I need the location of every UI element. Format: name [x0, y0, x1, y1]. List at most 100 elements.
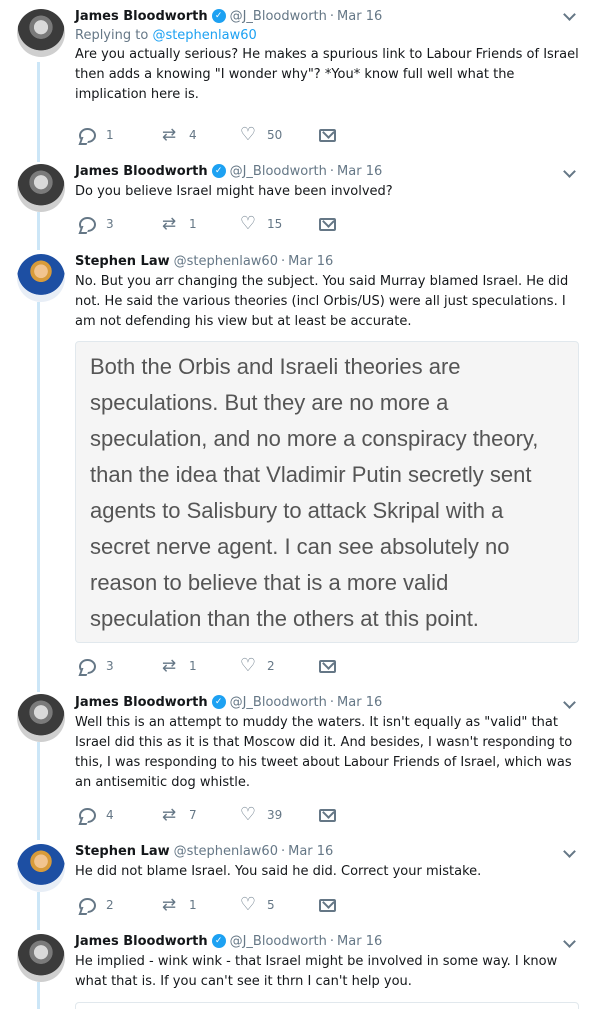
tweet-date[interactable]: Mar 16	[337, 695, 382, 710]
reply-count: 1	[106, 128, 114, 142]
reply-icon	[79, 127, 96, 143]
retweet-button[interactable]: ⇄ 1	[159, 895, 239, 915]
tweet-text: Are you actually serious? He makes a spu…	[75, 47, 579, 102]
tweet-text: No. But you arr changing the subject. Yo…	[75, 274, 569, 329]
verified-badge-icon: ✓	[211, 164, 226, 178]
like-count: 2	[267, 659, 275, 673]
media-card-partial[interactable]	[75, 1002, 579, 1009]
reply-icon	[79, 216, 96, 232]
reply-count: 4	[106, 808, 114, 822]
chevron-down-icon[interactable]	[563, 167, 575, 179]
direct-message-button[interactable]	[319, 898, 399, 912]
author-handle[interactable]: @J_Bloodworth	[230, 164, 327, 179]
author-name[interactable]: Stephen Law	[75, 844, 170, 859]
tweet-text: Do you believe Israel might have been in…	[75, 184, 393, 199]
reply-icon	[79, 658, 96, 674]
tweet-header: Stephen Law @stephenlaw60 · Mar 16	[75, 252, 581, 270]
replying-to-handle[interactable]: @stephenlaw60	[152, 28, 256, 43]
heart-icon: ♡	[239, 804, 257, 825]
tweet-text: He implied - wink wink - that Israel mig…	[75, 954, 558, 989]
separator-dot: ·	[329, 8, 335, 24]
tweet-date[interactable]: Mar 16	[337, 9, 382, 24]
retweet-button[interactable]: ⇄ 1	[159, 656, 239, 676]
like-button[interactable]: ♡ 39	[239, 804, 319, 825]
tweet[interactable]: James Bloodworth ✓ @J_Bloodworth · Mar 1…	[0, 693, 601, 793]
author-handle[interactable]: @J_Bloodworth	[230, 9, 327, 24]
author-handle[interactable]: @stephenlaw60	[174, 254, 278, 269]
like-button[interactable]: ♡ 15	[239, 213, 319, 234]
author-handle[interactable]: @J_Bloodworth	[230, 934, 327, 949]
author-name[interactable]: James Bloodworth	[75, 695, 208, 710]
tweet[interactable]: James Bloodworth ✓ @J_Bloodworth · Mar 1…	[0, 7, 601, 105]
heart-icon: ♡	[239, 124, 257, 145]
author-handle[interactable]: @stephenlaw60	[174, 844, 278, 859]
chevron-down-icon[interactable]	[563, 937, 575, 949]
retweet-button[interactable]: ⇄ 4	[159, 127, 239, 144]
tweet-header: James Bloodworth ✓ @J_Bloodworth · Mar 1…	[75, 7, 581, 25]
tweet-date[interactable]: Mar 16	[337, 934, 382, 949]
author-name[interactable]: Stephen Law	[75, 254, 170, 269]
retweet-icon: ⇄	[161, 805, 177, 825]
tweet-date[interactable]: Mar 16	[288, 254, 333, 269]
tweet-actions: 2 ⇄ 1 ♡ 5	[79, 895, 399, 915]
envelope-icon	[319, 659, 336, 673]
quoted-image-card[interactable]: Both the Orbis and Israeli theories are …	[75, 341, 579, 643]
retweet-button[interactable]: ⇄ 7	[159, 805, 239, 825]
tweet-header: James Bloodworth ✓ @J_Bloodworth · Mar 1…	[75, 693, 581, 711]
replying-to-label: Replying to	[75, 28, 149, 43]
like-count: 50	[267, 128, 283, 142]
like-button[interactable]: ♡ 5	[239, 896, 319, 914]
reply-button[interactable]: 3	[79, 216, 159, 232]
direct-message-button[interactable]	[319, 128, 399, 142]
direct-message-button[interactable]	[319, 659, 399, 673]
like-count: 39	[267, 808, 283, 822]
direct-message-button[interactable]	[319, 808, 399, 822]
tweet-actions: 4 ⇄ 7 ♡ 39	[79, 805, 399, 825]
reply-icon	[79, 897, 96, 913]
verified-badge-icon: ✓	[211, 934, 226, 948]
reply-button[interactable]: 4	[79, 807, 159, 823]
like-button[interactable]: ♡ 2	[239, 657, 319, 675]
retweet-count: 1	[189, 659, 197, 673]
replying-to: Replying to @stephenlaw60	[75, 28, 581, 43]
envelope-icon	[319, 128, 336, 142]
like-button[interactable]: ♡ 50	[239, 124, 319, 145]
reply-button[interactable]: 1	[79, 127, 159, 143]
tweet[interactable]: James Bloodworth ✓ @J_Bloodworth · Mar 1…	[0, 162, 601, 202]
heart-icon: ♡	[239, 213, 257, 234]
separator-dot: ·	[329, 694, 335, 710]
tweet-actions: 3 ⇄ 1 ♡ 2	[79, 656, 399, 676]
reply-icon	[79, 807, 96, 823]
tweet[interactable]: Stephen Law @stephenlaw60 · Mar 16 No. B…	[0, 252, 601, 332]
reply-count: 3	[106, 659, 114, 673]
tweet[interactable]: James Bloodworth ✓ @J_Bloodworth · Mar 1…	[0, 932, 601, 992]
separator-dot: ·	[329, 933, 335, 949]
tweet-actions: 3 ⇄ 1 ♡ 15	[79, 214, 399, 234]
envelope-icon	[319, 217, 336, 231]
reply-count: 3	[106, 217, 114, 231]
author-name[interactable]: James Bloodworth	[75, 934, 208, 949]
envelope-icon	[319, 898, 336, 912]
author-name[interactable]: James Bloodworth	[75, 164, 208, 179]
chevron-down-icon[interactable]	[563, 847, 575, 859]
retweet-icon: ⇄	[161, 895, 177, 915]
direct-message-button[interactable]	[319, 217, 399, 231]
reply-button[interactable]: 2	[79, 897, 159, 913]
retweet-button[interactable]: ⇄ 1	[159, 214, 239, 234]
like-count: 5	[267, 898, 275, 912]
reply-button[interactable]: 3	[79, 658, 159, 674]
tweet-header: James Bloodworth ✓ @J_Bloodworth · Mar 1…	[75, 932, 581, 950]
tweet-text: Well this is an attempt to muddy the wat…	[75, 715, 573, 790]
tweet-date[interactable]: Mar 16	[337, 164, 382, 179]
tweet-date[interactable]: Mar 16	[288, 844, 333, 859]
author-handle[interactable]: @J_Bloodworth	[230, 695, 327, 710]
retweet-icon: ⇄	[161, 214, 177, 234]
chevron-down-icon[interactable]	[563, 698, 575, 710]
tweet[interactable]: Stephen Law @stephenlaw60 · Mar 16 He di…	[0, 842, 601, 882]
chevron-down-icon[interactable]	[563, 10, 575, 22]
quoted-image-text: Both the Orbis and Israeli theories are …	[90, 354, 539, 631]
separator-dot: ·	[280, 253, 286, 269]
tweet-header: James Bloodworth ✓ @J_Bloodworth · Mar 1…	[75, 162, 581, 180]
retweet-icon: ⇄	[161, 656, 177, 676]
author-name[interactable]: James Bloodworth	[75, 9, 208, 24]
